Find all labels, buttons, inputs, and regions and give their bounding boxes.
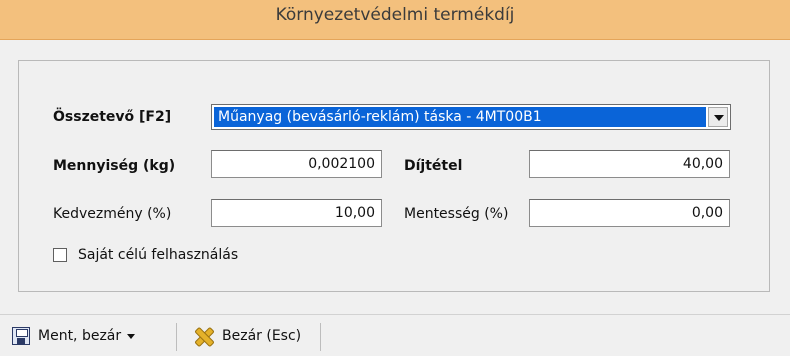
toolbar-separator — [320, 323, 321, 351]
component-dropdown-button[interactable] — [708, 107, 728, 127]
rate-label: Díjtétel — [404, 158, 463, 174]
component-label: Összetevő [F2] — [53, 109, 172, 125]
close-label: Bezár (Esc) — [222, 328, 302, 344]
dialog-window: Környezetvédelmi termékdíj Összetevő [F2… — [0, 0, 790, 356]
save-close-button[interactable]: Ment, bezár — [12, 325, 136, 347]
close-x-icon — [194, 327, 212, 345]
own-use-checkbox[interactable] — [53, 248, 67, 262]
chevron-down-icon — [714, 115, 724, 121]
title-bar: Környezetvédelmi termékdíj — [0, 0, 790, 40]
quantity-label: Mennyiség (kg) — [53, 158, 176, 174]
close-button[interactable]: Bezár (Esc) — [194, 325, 301, 347]
window-title: Környezetvédelmi termékdíj — [275, 5, 515, 25]
exemption-field[interactable]: 0,00 — [529, 199, 730, 227]
rate-field[interactable]: 40,00 — [529, 150, 730, 178]
toolbar-separator — [176, 323, 177, 351]
discount-label: Kedvezmény (%) — [53, 206, 172, 222]
own-use-label[interactable]: Saját célú felhasználás — [78, 246, 238, 264]
save-close-label: Ment, bezár — [38, 328, 122, 344]
component-combobox[interactable]: Műanyag (bevásárló-reklám) táska - 4MT00… — [211, 104, 731, 130]
quantity-field[interactable]: 0,002100 — [211, 150, 382, 178]
discount-field[interactable]: 10,00 — [211, 199, 382, 227]
component-selected-value: Műanyag (bevásárló-reklám) táska - 4MT00… — [214, 107, 706, 127]
chevron-down-icon[interactable] — [127, 333, 136, 339]
exemption-label: Mentesség (%) — [404, 206, 509, 222]
save-icon — [12, 327, 30, 345]
bottom-toolbar: Ment, bezár Bezár (Esc) — [0, 314, 790, 356]
